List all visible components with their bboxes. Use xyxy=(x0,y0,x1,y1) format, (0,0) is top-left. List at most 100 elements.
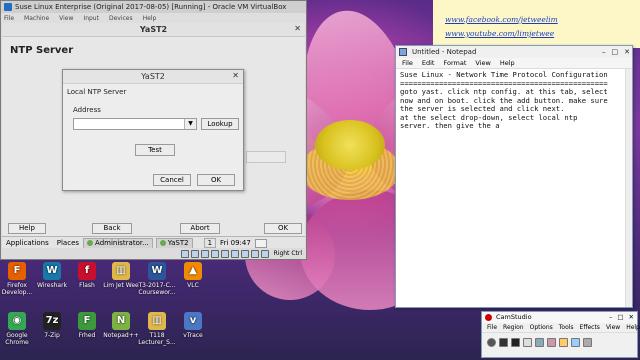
minimize-icon[interactable]: – xyxy=(602,46,606,58)
page-title: NTP Server xyxy=(10,45,74,56)
desktop-icon[interactable]: 7z 7-Zip xyxy=(32,312,72,339)
cs-menu-view[interactable]: View xyxy=(606,324,620,331)
notepad-icon xyxy=(399,48,407,56)
ok-button[interactable]: OK xyxy=(264,223,302,234)
vbox-menu-machine[interactable]: Machine xyxy=(24,15,49,22)
vbox-titlebar[interactable]: Suse Linux Enterprise (Original 2017-08-… xyxy=(1,1,306,13)
hdd-icon[interactable] xyxy=(180,249,189,258)
notepad-menu-edit[interactable]: Edit xyxy=(422,59,435,67)
yast-titlebar[interactable]: YaST2 xyxy=(2,23,305,37)
back-button[interactable]: Back xyxy=(92,223,132,234)
7zip-icon: 7z xyxy=(43,312,61,330)
maximize-icon[interactable]: □ xyxy=(612,46,619,58)
desktop-icon-label: Lim Jet Wee xyxy=(103,282,139,289)
desktop-icon[interactable]: ▲ VLC xyxy=(173,262,213,289)
desktop-icon[interactable]: ▥ T118 Lecturer_S... xyxy=(137,312,177,346)
notepad-menu-file[interactable]: File xyxy=(402,59,413,67)
ok-button[interactable]: OK xyxy=(197,174,235,186)
desktop-icon[interactable]: ▥ Lim Jet Wee xyxy=(101,262,141,289)
text-line: ========================================… xyxy=(400,79,608,88)
taskbar-item-yast2[interactable]: YaST2 xyxy=(155,237,193,249)
vbox-menu-file[interactable]: File xyxy=(4,15,14,22)
notepad-menu-help[interactable]: Help xyxy=(500,59,515,67)
network-icon[interactable] xyxy=(210,249,219,258)
workspace-switcher[interactable]: 1 xyxy=(203,238,217,248)
facebook-link[interactable]: www.facebook.com/jetweelim xyxy=(445,15,558,24)
lookup-button[interactable]: Lookup xyxy=(201,118,239,130)
sticky-note: www.facebook.com/jetweelim www.youtube.c… xyxy=(433,0,640,48)
desktop-icon[interactable]: v vTrace xyxy=(173,312,213,339)
notepad-window: Untitled - Notepad – □ ✕ File Edit Forma… xyxy=(395,45,633,308)
stop-icon[interactable] xyxy=(511,338,520,347)
close-icon[interactable]: ✕ xyxy=(624,46,630,58)
cs-menu-tools[interactable]: Tools xyxy=(559,324,574,331)
address-combobox[interactable]: ▼ xyxy=(73,118,197,130)
text-line: server. then give the a xyxy=(400,122,500,130)
pause-icon[interactable] xyxy=(499,338,508,347)
text-line: Suse Linux - Network Time Protocol Confi… xyxy=(400,71,608,79)
notepad-menu-view[interactable]: View xyxy=(475,59,490,67)
abort-button[interactable]: Abort xyxy=(180,223,220,234)
dialog-title: YaST2 xyxy=(141,72,165,81)
yast-close-icon[interactable]: ✕ xyxy=(294,24,301,33)
dropdown-arrow-icon[interactable]: ▼ xyxy=(184,119,196,129)
text-line: at the select drop-down, select local nt… xyxy=(400,113,578,122)
youtube-link[interactable]: www.youtube.com/limjetwee xyxy=(445,29,554,38)
cancel-button[interactable]: Cancel xyxy=(153,174,191,186)
dialog-close-icon[interactable]: ✕ xyxy=(232,71,239,80)
applications-menu[interactable]: Applications xyxy=(2,239,53,247)
folder-icon: ▥ xyxy=(148,312,166,330)
record-icon[interactable] xyxy=(487,338,496,347)
annotation-icon[interactable] xyxy=(571,338,580,347)
effects-icon[interactable] xyxy=(559,338,568,347)
mouse-integration-icon[interactable] xyxy=(260,249,269,258)
vbox-menu-devices[interactable]: Devices xyxy=(109,15,133,22)
maximize-icon[interactable]: □ xyxy=(617,312,623,323)
panel-clock[interactable]: Fri 09:47 xyxy=(220,239,251,247)
vlc-icon: ▲ xyxy=(184,262,202,280)
cs-menu-file[interactable]: File xyxy=(487,324,497,331)
usb-icon[interactable] xyxy=(220,249,229,258)
cs-menu-options[interactable]: Options xyxy=(530,324,553,331)
layout-icon[interactable] xyxy=(583,338,592,347)
region-icon[interactable] xyxy=(523,338,532,347)
cs-menu-effects[interactable]: Effects xyxy=(580,324,600,331)
text-line: now and on boot. click the add button. m… xyxy=(400,96,608,105)
desktop-icon-label: Wireshark xyxy=(36,282,68,289)
notepad-menu-format[interactable]: Format xyxy=(443,59,466,67)
close-icon[interactable]: ✕ xyxy=(629,312,634,323)
display-icon[interactable] xyxy=(240,249,249,258)
desktop-icon[interactable]: W T3-2017-C... Coursewor... xyxy=(137,262,177,296)
taskbar-item-administrator[interactable]: Administrator... xyxy=(83,237,153,249)
vbox-menu-input[interactable]: Input xyxy=(83,15,99,22)
places-menu[interactable]: Places xyxy=(53,239,83,247)
text-line: goto yast. click ntp config. at this tab… xyxy=(400,88,608,96)
camstudio-titlebar[interactable]: CamStudio – □ ✕ xyxy=(482,312,637,323)
address-label: Address xyxy=(73,106,101,114)
dialog-titlebar[interactable]: YaST2 xyxy=(63,70,243,84)
cursor-options-icon[interactable] xyxy=(547,338,556,347)
vbox-title: Suse Linux Enterprise (Original 2017-08-… xyxy=(15,3,287,11)
test-button[interactable]: Test xyxy=(135,144,175,156)
vbox-menu-help[interactable]: Help xyxy=(143,15,157,22)
show-desktop-icon[interactable] xyxy=(254,238,267,248)
minimize-icon[interactable]: – xyxy=(609,312,612,323)
optical-drive-icon[interactable] xyxy=(190,249,199,258)
cs-menu-help[interactable]: Help xyxy=(626,324,640,331)
notepad-text-area[interactable]: Suse Linux - Network Time Protocol Confi… xyxy=(396,69,632,307)
notepad-titlebar[interactable]: Untitled - Notepad – □ ✕ xyxy=(396,46,632,58)
notepad-scrollbar[interactable] xyxy=(625,69,632,307)
folder-icon: ▥ xyxy=(112,262,130,280)
help-button[interactable]: Help xyxy=(8,223,46,234)
audio-icon[interactable] xyxy=(200,249,209,258)
shared-folder-icon[interactable] xyxy=(230,249,239,258)
wireshark-icon: W xyxy=(43,262,61,280)
desktop-icon-label: 7-Zip xyxy=(44,332,60,339)
vbox-menu-view[interactable]: View xyxy=(59,15,73,22)
cs-menu-region[interactable]: Region xyxy=(503,324,524,331)
video-options-icon[interactable] xyxy=(535,338,544,347)
desktop-icon[interactable]: N Notepad++ xyxy=(101,312,141,339)
desktop-icon[interactable]: W Wireshark xyxy=(32,262,72,289)
video-capture-icon[interactable] xyxy=(250,249,259,258)
host-key-label: Right Ctrl xyxy=(273,250,302,257)
